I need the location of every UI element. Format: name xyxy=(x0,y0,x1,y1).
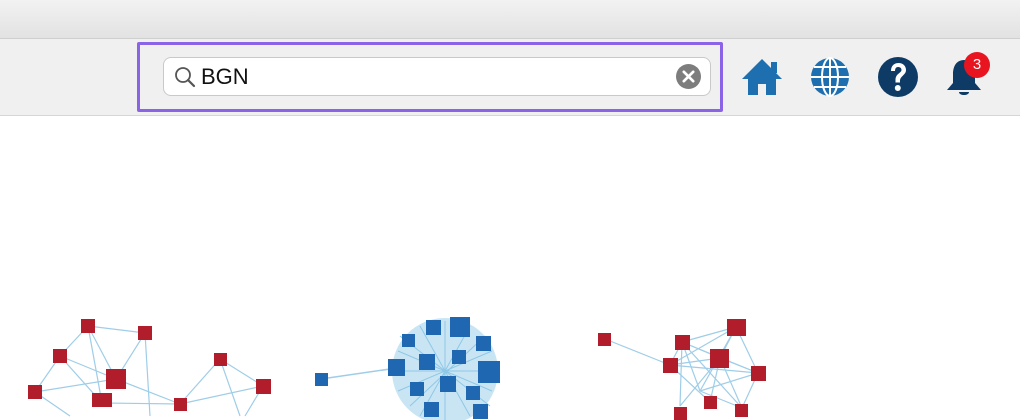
red-network-cluster[interactable] xyxy=(598,319,766,420)
title-bar xyxy=(0,0,1020,39)
search-icon xyxy=(175,67,196,88)
red-network-cluster[interactable] xyxy=(28,319,271,417)
app-window: 3 xyxy=(0,0,1020,420)
blue-network-cluster[interactable] xyxy=(315,317,500,420)
network-graph-canvas[interactable] xyxy=(0,116,1020,420)
help-icon[interactable] xyxy=(876,55,920,99)
search-input[interactable] xyxy=(201,60,661,93)
globe-icon[interactable] xyxy=(808,55,852,99)
clear-icon[interactable] xyxy=(676,64,701,89)
home-icon[interactable] xyxy=(740,55,784,99)
notification-badge: 3 xyxy=(964,52,990,78)
search-field[interactable] xyxy=(163,57,711,96)
